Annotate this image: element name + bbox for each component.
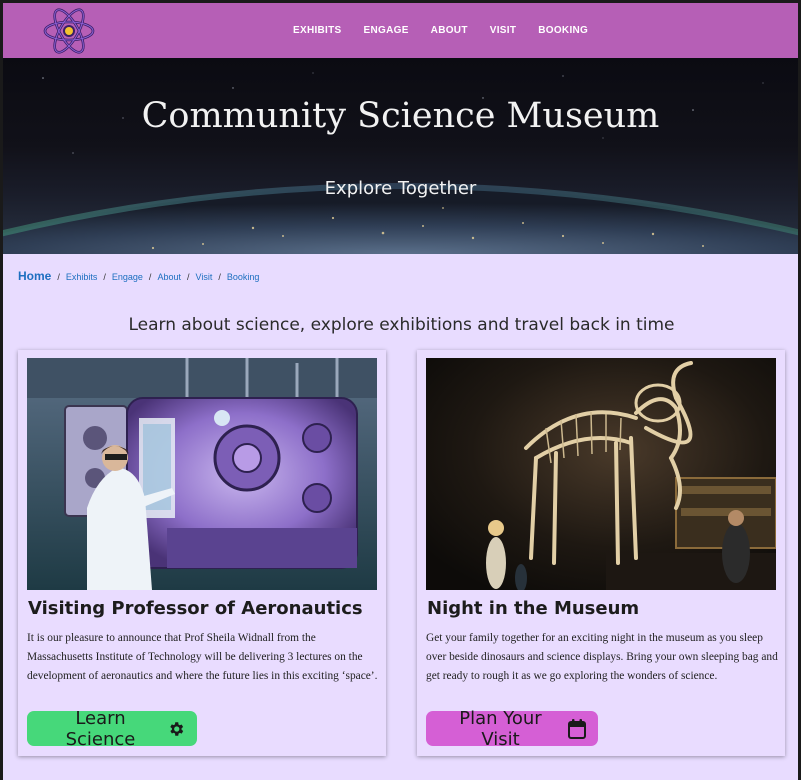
breadcrumb-engage[interactable]: Engage	[112, 272, 143, 282]
calendar-icon	[568, 718, 586, 739]
breadcrumb-separator: /	[218, 272, 221, 282]
nav-links: EXHIBITS ENGAGE ABOUT VISIT BOOKING	[293, 3, 610, 58]
breadcrumb-exhibits[interactable]: Exhibits	[66, 272, 98, 282]
nav-link-exhibits[interactable]: EXHIBITS	[293, 25, 342, 36]
nav-link-booking[interactable]: BOOKING	[538, 25, 588, 36]
mammoth-skeleton-image	[426, 358, 776, 590]
learn-science-button[interactable]: Learn Science	[27, 708, 197, 750]
breadcrumb-separator: /	[103, 272, 106, 282]
card-night-museum: Night in the Museum Get your family toge…	[417, 350, 785, 756]
breadcrumb-separator: /	[148, 272, 152, 282]
atom-icon[interactable]	[43, 7, 95, 55]
top-nav: EXHIBITS ENGAGE ABOUT VISIT BOOKING	[3, 3, 798, 58]
lab-scientist-image	[27, 358, 377, 590]
breadcrumb-separator: /	[57, 272, 60, 282]
breadcrumb-separator: /	[186, 272, 190, 282]
earth-horizon-image	[3, 72, 798, 254]
plan-visit-button[interactable]: Plan Your Visit	[426, 708, 598, 750]
card-body: It is our pleasure to announce that Prof…	[27, 632, 378, 682]
card-aeronautics: Visiting Professor of Aeronautics It is …	[18, 350, 386, 756]
card-title: Visiting Professor of Aeronautics	[28, 598, 363, 619]
breadcrumb-home[interactable]: Home	[18, 269, 51, 283]
page-tagline: Learn about science, explore exhibitions…	[128, 315, 675, 335]
nav-link-engage[interactable]: ENGAGE	[364, 25, 409, 36]
gear-icon	[167, 720, 185, 738]
breadcrumb-booking[interactable]: Booking	[227, 272, 260, 282]
breadcrumb-visit[interactable]: Visit	[195, 272, 212, 282]
hero-title: Community Science Museum	[141, 96, 660, 136]
page: EXHIBITS ENGAGE ABOUT VISIT BOOKING Comm…	[3, 3, 798, 780]
breadcrumb-about[interactable]: About	[157, 272, 181, 282]
card-title: Night in the Museum	[427, 598, 640, 619]
nav-link-visit[interactable]: VISIT	[490, 25, 517, 36]
button-label: Plan Your Visit	[459, 707, 542, 750]
nav-link-about[interactable]: ABOUT	[431, 25, 468, 36]
breadcrumb: Home / Exhibits / Engage / About / Visit…	[18, 269, 259, 283]
hero-banner: Community Science Museum Explore Togethe…	[3, 58, 798, 254]
card-body: Get your family together for an exciting…	[426, 632, 778, 682]
hero-subtitle: Explore Together	[324, 178, 477, 199]
button-label: Learn Science	[65, 707, 136, 750]
